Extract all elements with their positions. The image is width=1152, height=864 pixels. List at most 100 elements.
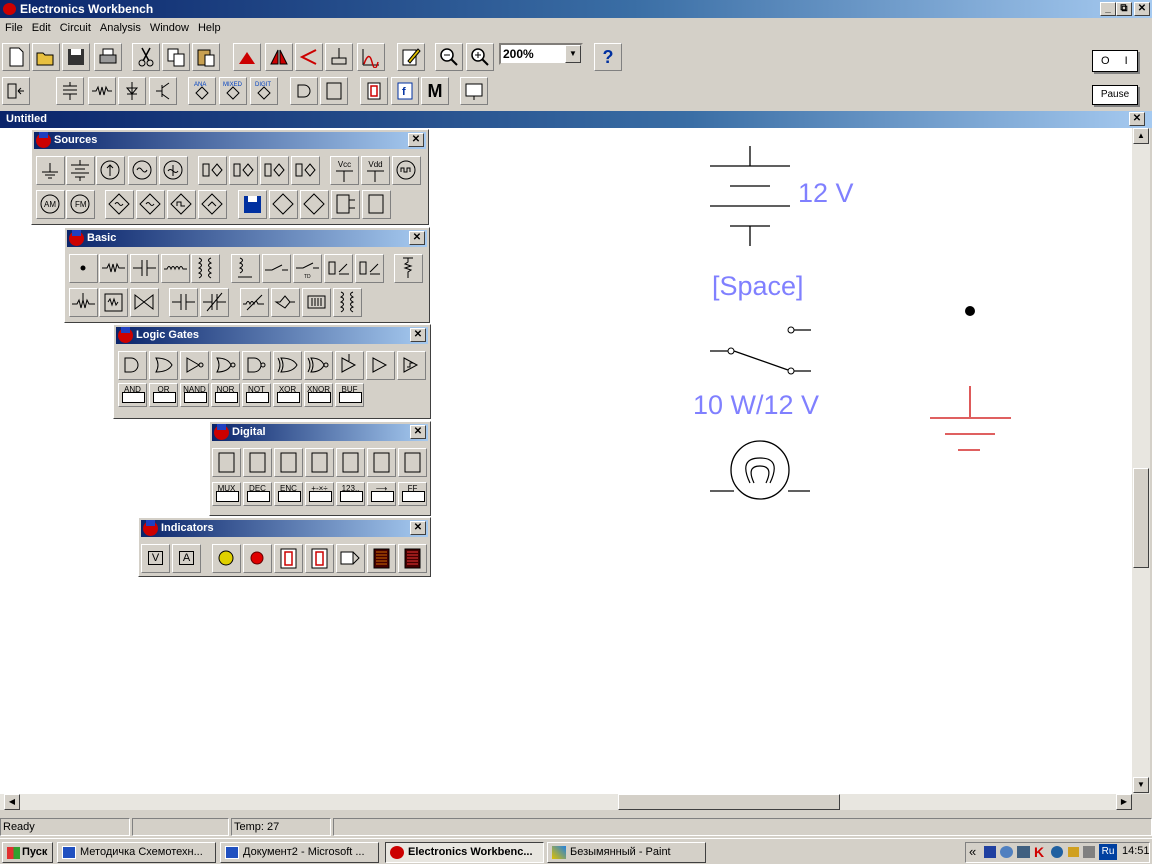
buzzer-part[interactable]: [336, 544, 365, 573]
tray-network-icon[interactable]: [1000, 846, 1013, 858]
jk-flipflop-part[interactable]: [305, 448, 334, 477]
resistor-pack-part[interactable]: [99, 288, 128, 317]
tray-monitor-icon[interactable]: [1017, 846, 1030, 858]
horizontal-scrollbar[interactable]: ◀ ▶: [0, 794, 1132, 810]
not-gate-part[interactable]: [180, 351, 209, 380]
controlled-source-4-part[interactable]: [291, 156, 320, 185]
potentiometer-part[interactable]: [69, 288, 98, 317]
basic-palette-close-button[interactable]: ✕: [409, 231, 425, 245]
horizontal-scroll-thumb[interactable]: [618, 794, 840, 810]
nor-gate-part[interactable]: [211, 351, 240, 380]
bulb-part[interactable]: [212, 544, 241, 573]
rs-flipflop-part[interactable]: [274, 448, 303, 477]
scroll-down-arrow-icon[interactable]: ▼: [1133, 777, 1149, 793]
taskbar-task-word-2[interactable]: Документ2 - Microsoft ...: [220, 842, 379, 863]
fm-source-part[interactable]: FM: [66, 190, 95, 219]
not-ic-part[interactable]: NOT: [242, 383, 271, 407]
seven-segment-display-part[interactable]: [274, 544, 303, 573]
polarized-capacitor-part[interactable]: [169, 288, 198, 317]
counter-part[interactable]: 123..: [336, 482, 365, 506]
taskbar-task-paint[interactable]: Безымянный - Paint: [547, 842, 706, 863]
mux-part[interactable]: MUX: [212, 482, 241, 506]
variable-inductor-part[interactable]: [240, 288, 269, 317]
fsk-source-2-part[interactable]: [136, 190, 165, 219]
decoder-part[interactable]: DEC: [243, 482, 272, 506]
scroll-left-arrow-icon[interactable]: ◀: [4, 794, 20, 810]
tray-lock-icon[interactable]: [1068, 847, 1079, 857]
inductor-part[interactable]: [161, 254, 190, 283]
vertical-scrollbar[interactable]: ▲ ▼: [1132, 128, 1150, 794]
tray-expand-chevron-icon[interactable]: «: [969, 845, 976, 859]
polynomial-source-part[interactable]: [331, 190, 360, 219]
and-ic-part[interactable]: AND: [118, 383, 147, 407]
nor-ic-part[interactable]: NOR: [211, 383, 240, 407]
vdd-source-part[interactable]: Vdd: [361, 156, 390, 185]
coreless-coil-part[interactable]: [302, 288, 331, 317]
probe-part[interactable]: [243, 544, 272, 573]
fsk-source-5-part[interactable]: [300, 190, 329, 219]
taskbar-task-word-1[interactable]: Методичка Схемотехн...: [57, 842, 216, 863]
full-adder-part[interactable]: [243, 448, 272, 477]
vertical-scroll-thumb[interactable]: [1133, 468, 1149, 568]
time-delay-switch-part[interactable]: TD: [293, 254, 322, 283]
indicators-palette-close-button[interactable]: ✕: [410, 521, 426, 535]
buf-ic-part[interactable]: BUF: [335, 383, 364, 407]
nand-gate-part[interactable]: [242, 351, 271, 380]
close-button[interactable]: ✕: [1134, 2, 1150, 16]
logic-gates-palette-close-button[interactable]: ✕: [410, 328, 426, 342]
xor-gate-part[interactable]: [273, 351, 302, 380]
arithmetic-part[interactable]: +-×÷: [305, 482, 334, 506]
tray-app-icon[interactable]: [1051, 846, 1063, 858]
capacitor-part[interactable]: [130, 254, 159, 283]
controlled-source-1-part[interactable]: [198, 156, 227, 185]
fsk-source-1-part[interactable]: [105, 190, 134, 219]
jk-flipflop-2-part[interactable]: [336, 448, 365, 477]
ac-current-source-part[interactable]: [159, 156, 188, 185]
decoded-bargraph-part[interactable]: [398, 544, 427, 573]
ac-voltage-source-part[interactable]: [128, 156, 157, 185]
voltage-controlled-switch-part[interactable]: [130, 288, 159, 317]
buffer-part[interactable]: [366, 351, 395, 380]
d-flipflop-2-part[interactable]: [398, 448, 427, 477]
clock-source-part[interactable]: [392, 156, 421, 185]
controlled-source-3-part[interactable]: [260, 156, 289, 185]
dc-current-source-part[interactable]: [96, 156, 125, 185]
sources-palette-title-bar[interactable]: Sources ✕: [34, 132, 426, 149]
fsk-source-4-part[interactable]: [198, 190, 227, 219]
d-flipflop-part[interactable]: [367, 448, 396, 477]
voltage-switch-part[interactable]: [324, 254, 353, 283]
scroll-up-arrow-icon[interactable]: ▲: [1133, 128, 1149, 144]
voltmeter-part[interactable]: V: [141, 544, 170, 573]
schmitt-trigger-part[interactable]: [397, 351, 426, 380]
xnor-gate-part[interactable]: [304, 351, 333, 380]
am-source-part[interactable]: AM: [36, 190, 65, 219]
relay-part[interactable]: [231, 254, 260, 283]
tray-disk-icon[interactable]: [984, 846, 996, 858]
xnor-ic-part[interactable]: XNOR: [304, 383, 333, 407]
tray-kaspersky-icon[interactable]: K: [1034, 844, 1044, 860]
fsk-source-3-part[interactable]: [167, 190, 196, 219]
ammeter-part[interactable]: A: [172, 544, 201, 573]
scroll-right-arrow-icon[interactable]: ▶: [1116, 794, 1132, 810]
shift-register-part[interactable]: ⟶: [367, 482, 396, 506]
decoded-seven-segment-part[interactable]: [305, 544, 334, 573]
transformer-part[interactable]: [191, 254, 220, 283]
pull-up-resistor-part[interactable]: [394, 254, 423, 283]
nand-ic-part[interactable]: NAND: [180, 383, 209, 407]
switch-part[interactable]: [262, 254, 291, 283]
connector-part[interactable]: [69, 254, 98, 283]
ground-part[interactable]: [36, 156, 65, 185]
and-gate-part[interactable]: [118, 351, 147, 380]
xor-ic-part[interactable]: XOR: [273, 383, 302, 407]
resistor-part[interactable]: [99, 254, 128, 283]
disk-source-part[interactable]: [238, 190, 267, 219]
sources-palette-close-button[interactable]: ✕: [408, 133, 424, 147]
controlled-source-2-part[interactable]: [229, 156, 258, 185]
tray-usb-icon[interactable]: [1083, 846, 1095, 858]
flipflop-ic-part[interactable]: FF: [398, 482, 427, 506]
variable-capacitor-part[interactable]: [200, 288, 229, 317]
or-ic-part[interactable]: OR: [149, 383, 178, 407]
logic-gates-palette-title-bar[interactable]: Logic Gates ✕: [116, 327, 428, 344]
half-adder-part[interactable]: [212, 448, 241, 477]
language-indicator[interactable]: Ru: [1099, 844, 1117, 860]
